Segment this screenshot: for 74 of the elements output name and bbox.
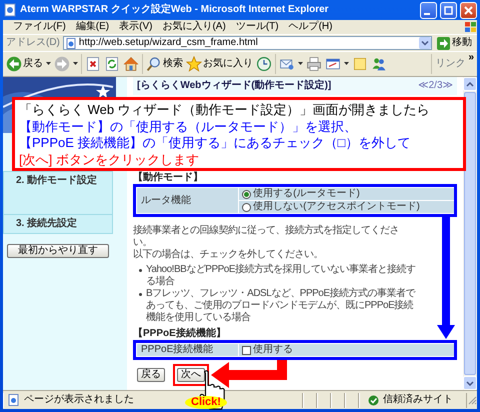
- page-title: [らくらくWebウィザード(動作モード設定)]: [137, 80, 332, 92]
- radio-label[interactable]: 使用しない(アクセスポイントモード): [253, 201, 420, 213]
- caret-icon[interactable]: [298, 62, 303, 66]
- scroll-down-button[interactable]: [463, 376, 477, 390]
- back-icon: [6, 56, 22, 72]
- callout-text: 【PPPoE 接続機能】の「使用する」にあるチェック（□）を外して: [19, 135, 412, 152]
- form-button[interactable]: 次へ: [177, 368, 205, 382]
- restart-button[interactable]: 最初からやり直す: [7, 244, 109, 258]
- people-icon[interactable]: [371, 56, 387, 72]
- page-icon: [8, 394, 20, 406]
- callout-text: [次へ] ボタンをクリックします: [19, 152, 200, 168]
- refresh-icon[interactable]: [104, 56, 120, 72]
- menu-item[interactable]: ツール(T): [236, 21, 279, 33]
- radio-button[interactable]: [242, 190, 252, 198]
- form-button[interactable]: 戻る: [137, 368, 165, 382]
- printer-icon[interactable]: [306, 56, 322, 72]
- field-label: PPPoE接続機能: [137, 344, 238, 356]
- page-icon: [3, 3, 17, 17]
- dropdown-button[interactable]: [419, 37, 431, 49]
- callout-text: 【動作モード】の「使用する（ルータモード）」を選択、: [19, 118, 358, 135]
- address-label: アドレス(D): [6, 37, 60, 49]
- zone-text: 信頼済みサイト: [383, 394, 453, 406]
- sidebar-item[interactable]: 2. 動作モード設定: [3, 171, 113, 215]
- close-icon: [464, 6, 473, 14]
- caret-icon[interactable]: [73, 62, 78, 66]
- links-label[interactable]: リンク: [435, 58, 466, 70]
- menu-item[interactable]: ヘルプ(H): [288, 21, 332, 33]
- check-icon: [368, 394, 379, 406]
- caret-icon[interactable]: [344, 62, 349, 66]
- scroll-up-button[interactable]: [463, 77, 477, 91]
- checkbox-label[interactable]: 使用する: [253, 344, 294, 356]
- menu-item[interactable]: お気に入り(A): [162, 21, 226, 33]
- menu-item[interactable]: 表示(V): [119, 21, 152, 33]
- section-heading: 【動作モード】: [133, 172, 204, 184]
- bullet-icon: [139, 293, 142, 296]
- page-icon: [66, 38, 77, 48]
- field-label: ルータ機能: [137, 188, 238, 213]
- window-icon[interactable]: [325, 56, 341, 72]
- menu-item[interactable]: ファイル(F): [13, 21, 66, 33]
- search-icon: [146, 56, 162, 72]
- bullet-text: Bフレッツ、フレッツ・ADSLなど、PPPoE接続方式の事業者であっても、ご使用のブロードバンドモデムが、既にPPPoE接続機能を使用している場合: [146, 288, 416, 324]
- clock-icon[interactable]: [256, 56, 272, 72]
- checkbox[interactable]: [242, 346, 252, 354]
- resize-grip-icon: [467, 395, 477, 405]
- minimize-button[interactable]: [420, 2, 437, 18]
- window-title: Aterm WARPSTAR クイック設定Web - Microsoft Internet Explorer: [20, 4, 329, 16]
- more-links-button[interactable]: »: [468, 52, 474, 64]
- back-button[interactable]: 戻る: [6, 56, 43, 72]
- bullet-icon: [139, 269, 142, 272]
- maximize-icon: [444, 6, 453, 14]
- radio-button[interactable]: [242, 202, 252, 212]
- sidebar-item[interactable]: 3. 接続先設定: [3, 215, 113, 234]
- menu-item[interactable]: 編集(E): [76, 21, 110, 33]
- minimize-icon: [424, 12, 430, 14]
- radio-label[interactable]: 使用する(ルータモード): [253, 188, 360, 200]
- star-icon: [186, 56, 202, 72]
- close-button[interactable]: [460, 2, 477, 18]
- address-field[interactable]: http://web.setup/wizard_csm_frame.html: [62, 36, 432, 50]
- status-text: ページが表示されました: [24, 394, 134, 406]
- home-icon[interactable]: [123, 56, 139, 72]
- instruction-text: 接続事業者との回線契約に従って、接続方式を指定してください。: [133, 225, 400, 248]
- section-heading: 【PPPoE接続機能】: [133, 328, 227, 340]
- callout-text: 「らくらく Web ウィザード（動作モード設定）」画面が開きましたら: [19, 102, 431, 118]
- bullet-text: Yahoo!BBなどPPPoE接続方式を採用していない事業者と接続する場合: [146, 264, 417, 288]
- favorites-button[interactable]: お気に入り: [186, 56, 253, 72]
- search-button[interactable]: 検索: [146, 56, 183, 72]
- scroll-thumb[interactable]: [464, 92, 476, 375]
- maximize-button[interactable]: [440, 2, 457, 18]
- caret-icon[interactable]: [46, 62, 51, 66]
- windows-logo-icon: [464, 21, 477, 33]
- step-indicator: ≪2/3≫: [418, 80, 453, 92]
- stop-icon[interactable]: [85, 56, 101, 72]
- instruction-text: 以下の場合は、チェックを外してください。: [133, 249, 324, 261]
- go-button[interactable]: 移動: [435, 36, 474, 50]
